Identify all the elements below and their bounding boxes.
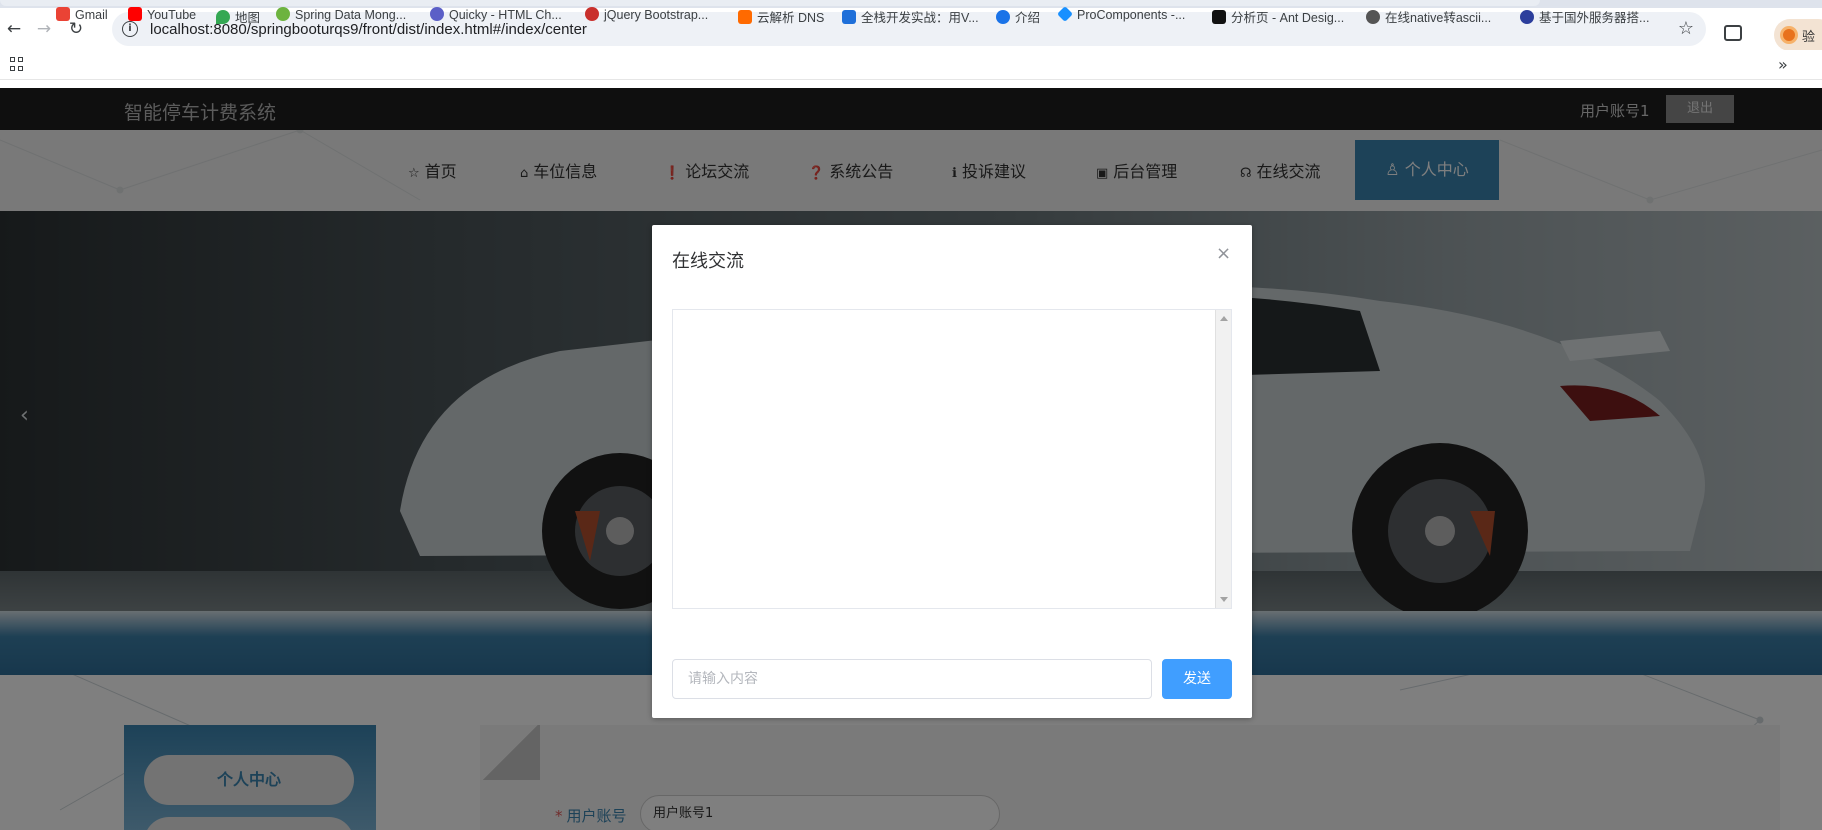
- apps-grid-icon[interactable]: [10, 57, 24, 71]
- globe-icon: [1366, 10, 1380, 24]
- more-bookmarks-icon[interactable]: »: [1778, 55, 1788, 74]
- chat-messages-area[interactable]: [672, 309, 1232, 609]
- bookmark-procomponents[interactable]: ProComponents -...: [1057, 6, 1185, 23]
- bookmark-maps[interactable]: 地图: [216, 7, 260, 25]
- close-icon[interactable]: ×: [1216, 243, 1231, 264]
- online-chat-dialog: 在线交流 × 发送: [652, 225, 1252, 718]
- bookmark-jquery-bootstrap[interactable]: jQuery Bootstrap...: [585, 7, 708, 23]
- globe-icon: [996, 10, 1010, 24]
- bookmark-youtube[interactable]: YouTube: [128, 7, 196, 23]
- profile-button[interactable]: 验: [1774, 19, 1822, 51]
- scroll-up-icon[interactable]: [1220, 316, 1228, 321]
- site-info-icon[interactable]: i: [122, 21, 138, 37]
- bookmark-ant-design[interactable]: 分析页 - Ant Desig...: [1212, 7, 1344, 25]
- maps-pin-icon: [216, 10, 230, 24]
- scroll-down-icon[interactable]: [1220, 597, 1228, 602]
- back-arrow-icon[interactable]: ←: [4, 19, 24, 39]
- spring-leaf-icon: [276, 7, 290, 21]
- bookmark-star-icon[interactable]: ☆: [1678, 18, 1694, 39]
- youtube-icon: [128, 7, 142, 21]
- bookmarks-bar: [0, 50, 1822, 80]
- dialog-title: 在线交流: [672, 251, 744, 272]
- profile-avatar-icon: [1780, 26, 1798, 44]
- m-logo-icon: [842, 10, 856, 24]
- bookmark-dns[interactable]: 云解析 DNS: [738, 7, 824, 25]
- gmail-icon: [56, 7, 70, 21]
- bookmark-native-ascii[interactable]: 在线native转ascii...: [1366, 7, 1491, 25]
- send-button[interactable]: 发送: [1162, 659, 1232, 699]
- profile-label: 验: [1802, 30, 1816, 45]
- bookmark-quicky[interactable]: Quicky - HTML Ch...: [430, 7, 562, 23]
- bookmark-spring-data[interactable]: Spring Data Mong...: [276, 7, 406, 23]
- network-icon: [1520, 10, 1534, 24]
- bookmark-intro[interactable]: 介绍: [996, 7, 1040, 25]
- bookmark-gmail[interactable]: Gmail: [56, 7, 108, 23]
- messenger-icon: [430, 7, 444, 21]
- bookmark-foreign-server[interactable]: 基于国外服务器搭...: [1520, 7, 1649, 25]
- pro-logo-icon: [1212, 10, 1226, 24]
- bookmark-fullstack[interactable]: 全栈开发实战：用V...: [842, 7, 979, 25]
- chat-scrollbar[interactable]: [1215, 310, 1231, 608]
- message-input[interactable]: [672, 659, 1152, 699]
- extensions-icon[interactable]: [1724, 25, 1742, 41]
- forward-arrow-icon[interactable]: →: [34, 19, 54, 39]
- diamond-icon: [1057, 6, 1073, 22]
- jquery-icon: [585, 7, 599, 21]
- aliyun-icon: [738, 10, 752, 24]
